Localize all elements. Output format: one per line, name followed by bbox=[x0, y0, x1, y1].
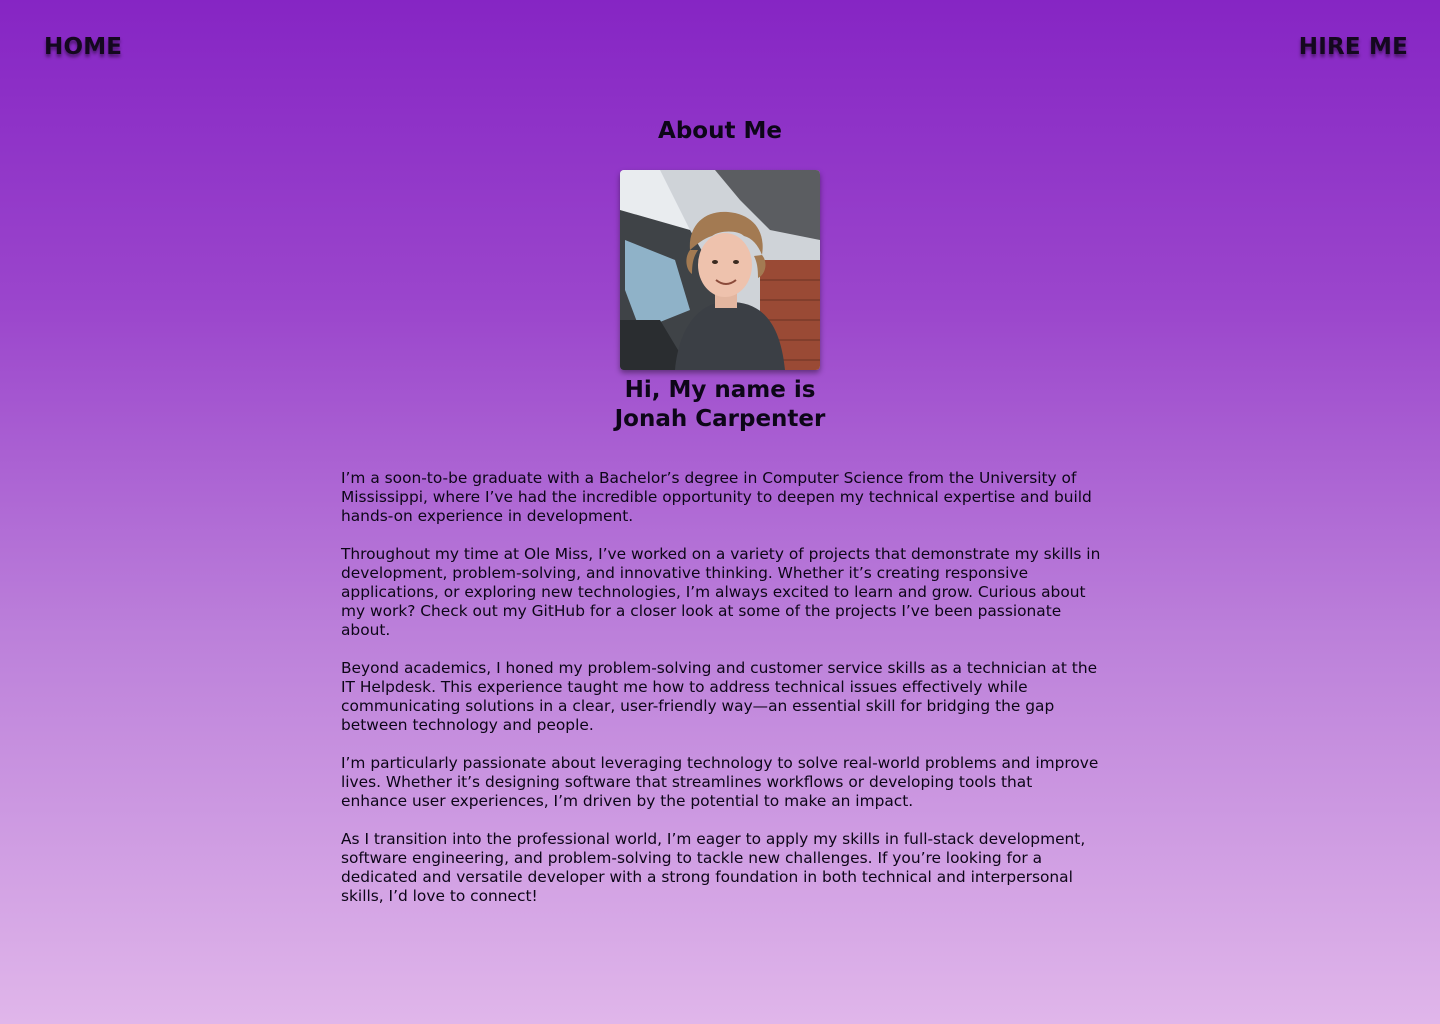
greeting-name: Jonah Carpenter bbox=[614, 406, 826, 432]
profile-greeting: Hi, My name is Jonah Carpenter bbox=[0, 376, 1440, 434]
bio-paragraph: Beyond academics, I honed my problem-sol… bbox=[341, 659, 1098, 734]
profile-photo bbox=[620, 170, 820, 370]
bio-paragraph: As I transition into the professional wo… bbox=[341, 830, 1086, 905]
nav-hire-me-link[interactable]: HIRE ME bbox=[1299, 34, 1408, 60]
bio-paragraph: I’m a soon-to-be graduate with a Bachelo… bbox=[341, 469, 1092, 525]
bio-paragraph: Throughout my time at Ole Miss, I’ve wor… bbox=[341, 545, 1101, 639]
bio-paragraph: I’m particularly passionate about levera… bbox=[341, 754, 1099, 810]
greeting-line-1: Hi, My name is bbox=[624, 377, 816, 403]
bio-section: I’m a soon-to-be graduate with a Bachelo… bbox=[341, 469, 1101, 925]
nav-home-link[interactable]: HOME bbox=[44, 34, 122, 60]
page-title: About Me bbox=[658, 118, 782, 144]
